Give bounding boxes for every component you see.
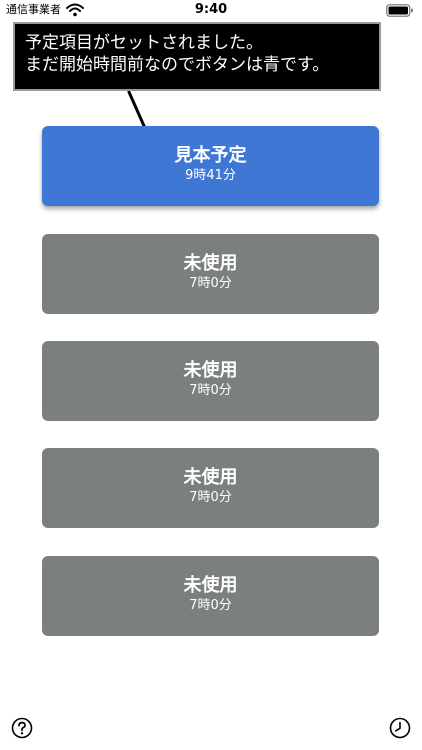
schedule-button-1[interactable]: 見本予定 9時41分: [42, 126, 379, 206]
schedule-title: 見本予定: [174, 145, 247, 166]
callout-line-1: 予定項目がセットされました。: [25, 33, 263, 53]
schedule-title: 未使用: [183, 467, 238, 488]
question-circle-icon[interactable]: [11, 717, 33, 739]
schedule-button-2[interactable]: 未使用 7時0分: [42, 234, 379, 314]
schedule-button-4[interactable]: 未使用 7時0分: [42, 448, 379, 528]
schedule-title: 未使用: [183, 575, 238, 596]
schedule-time: 7時0分: [189, 490, 232, 505]
callout-line-2: まだ開始時間前なのでボタンは青です。: [25, 55, 330, 75]
schedule-time: 9時41分: [185, 168, 236, 183]
schedule-time: 7時0分: [189, 598, 232, 613]
schedule-button-5[interactable]: 未使用 7時0分: [42, 556, 379, 636]
schedule-time: 7時0分: [189, 276, 232, 291]
battery-icon: [386, 4, 413, 17]
status-bar: 通信事業者 9:40: [0, 0, 422, 22]
clock-icon[interactable]: [389, 717, 411, 739]
tutorial-callout: 予定項目がセットされました。 まだ開始時間前なのでボタンは青です。: [13, 22, 381, 91]
status-time: 9:40: [194, 2, 228, 17]
schedule-title: 未使用: [183, 360, 238, 381]
schedule-title: 未使用: [183, 253, 238, 274]
schedule-button-3[interactable]: 未使用 7時0分: [42, 341, 379, 421]
schedule-time: 7時0分: [189, 383, 232, 398]
